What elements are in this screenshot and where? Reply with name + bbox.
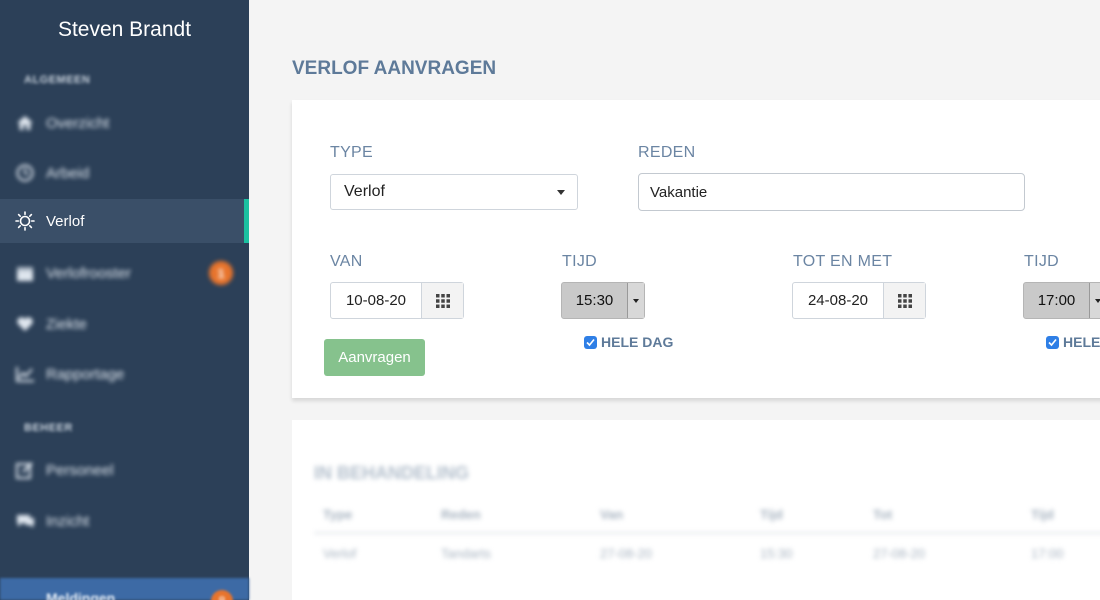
sidebar-item-label: Personeel — [46, 461, 114, 479]
type-label: TYPE — [330, 144, 373, 161]
sidebar-item-label: Ziekte — [46, 315, 87, 333]
notifications-label: Meldingen — [46, 590, 116, 600]
leave-request-form: TYPE Verlof REDEN VAN 10-08-20 TIJD 15:3… — [292, 100, 1100, 398]
notifications-bar[interactable]: Meldingen 8 — [0, 578, 249, 600]
page-title: VERLOF AANVRAGEN — [292, 58, 497, 79]
sidebar-item-label: Overzicht — [46, 114, 110, 132]
until-date-picker[interactable]: 24-08-20 — [792, 282, 926, 319]
sidebar-item-label: Inzicht — [46, 512, 90, 530]
from-time-label: TIJD — [562, 253, 597, 270]
from-date-value: 10-08-20 — [331, 283, 422, 318]
column-header: Van — [600, 507, 624, 522]
sidebar: Steven Brandt ALGEMEEN Overzicht Arbeid … — [0, 0, 249, 600]
until-time-select[interactable]: 17:00 — [1023, 282, 1100, 319]
column-header: Type — [323, 507, 353, 522]
table-cell: 27-08-20 — [873, 546, 926, 561]
column-header: Tijd — [1031, 507, 1054, 522]
user-name: Steven Brandt — [57, 18, 192, 41]
column-header: Tot — [873, 507, 893, 522]
table-cell: Tandarts — [441, 546, 491, 561]
clock-icon — [14, 162, 36, 184]
heart-icon — [14, 313, 36, 335]
reason-input[interactable] — [638, 173, 1025, 211]
checkbox-checked-icon[interactable] — [1046, 335, 1059, 349]
sidebar-item-label: Arbeid — [46, 164, 90, 182]
from-time-select[interactable]: 15:30 — [561, 282, 645, 319]
checkbox-checked-icon[interactable] — [584, 335, 597, 349]
section-label-management: BEHEER — [24, 422, 73, 434]
type-select-value: Verlof — [344, 183, 385, 200]
calendar-grid-icon[interactable] — [884, 283, 925, 318]
submit-request-button[interactable]: Aanvragen — [324, 339, 425, 376]
notification-badge: 1 — [209, 261, 233, 285]
table-cell: 17:00 — [1031, 546, 1064, 561]
until-all-day-label: HELE — [1063, 334, 1100, 350]
from-time-value: 15:30 — [575, 292, 614, 309]
column-header: Tijd — [760, 507, 783, 522]
table-divider — [314, 532, 1100, 534]
sidebar-item-inzicht[interactable]: Inzicht — [0, 499, 249, 543]
sidebar-item-personeel[interactable]: Personeel — [0, 448, 249, 492]
sun-icon — [14, 210, 36, 232]
pending-title: IN BEHANDELING — [314, 463, 470, 483]
sidebar-item-verlofrooster[interactable]: Verlofrooster 1 — [0, 251, 249, 295]
chevron-down-icon[interactable] — [1089, 283, 1100, 318]
sidebar-item-rapportage[interactable]: Rapportage — [0, 352, 249, 396]
from-date-picker[interactable]: 10-08-20 — [330, 282, 464, 319]
until-all-day-checkbox[interactable]: HELE — [1046, 334, 1100, 350]
notifications-badge: 8 — [211, 590, 233, 600]
sidebar-item-verlof[interactable]: Verlof — [0, 199, 249, 243]
calendar-icon — [14, 262, 36, 284]
sidebar-item-label: Rapportage — [46, 365, 125, 383]
from-all-day-checkbox[interactable]: HELE DAG — [584, 334, 673, 350]
pending-requests-panel: IN BEHANDELING Type Reden Van Tijd Tot T… — [292, 420, 1100, 600]
sidebar-item-ziekte[interactable]: Ziekte — [0, 302, 249, 346]
until-time-value: 17:00 — [1037, 292, 1076, 309]
calendar-grid-icon[interactable] — [422, 283, 463, 318]
until-date-value: 24-08-20 — [793, 283, 884, 318]
table-cell: Verlof — [323, 546, 357, 561]
chart-icon — [14, 363, 36, 385]
from-label: VAN — [330, 253, 363, 270]
sidebar-item-overzicht[interactable]: Overzicht — [0, 101, 249, 145]
reason-label: REDEN — [638, 144, 696, 161]
chevron-down-icon[interactable] — [627, 283, 644, 318]
sidebar-item-arbeid[interactable]: Arbeid — [0, 151, 249, 195]
table-cell: 15:30 — [760, 546, 793, 561]
table-cell: 27-08-20 — [600, 546, 653, 561]
edit-icon — [14, 459, 36, 481]
from-all-day-label: HELE DAG — [601, 334, 674, 350]
until-label: TOT EN MET — [793, 253, 893, 270]
column-header: Reden — [441, 507, 481, 522]
sidebar-item-label: Verlof — [46, 212, 85, 230]
sidebar-item-label: Verlofrooster — [46, 264, 132, 282]
chat-icon — [14, 510, 36, 532]
section-label-general: ALGEMEEN — [24, 74, 91, 86]
type-select[interactable]: Verlof — [330, 174, 578, 210]
chevron-down-icon — [557, 190, 565, 195]
until-time-label: TIJD — [1024, 253, 1059, 270]
home-icon — [14, 112, 36, 134]
